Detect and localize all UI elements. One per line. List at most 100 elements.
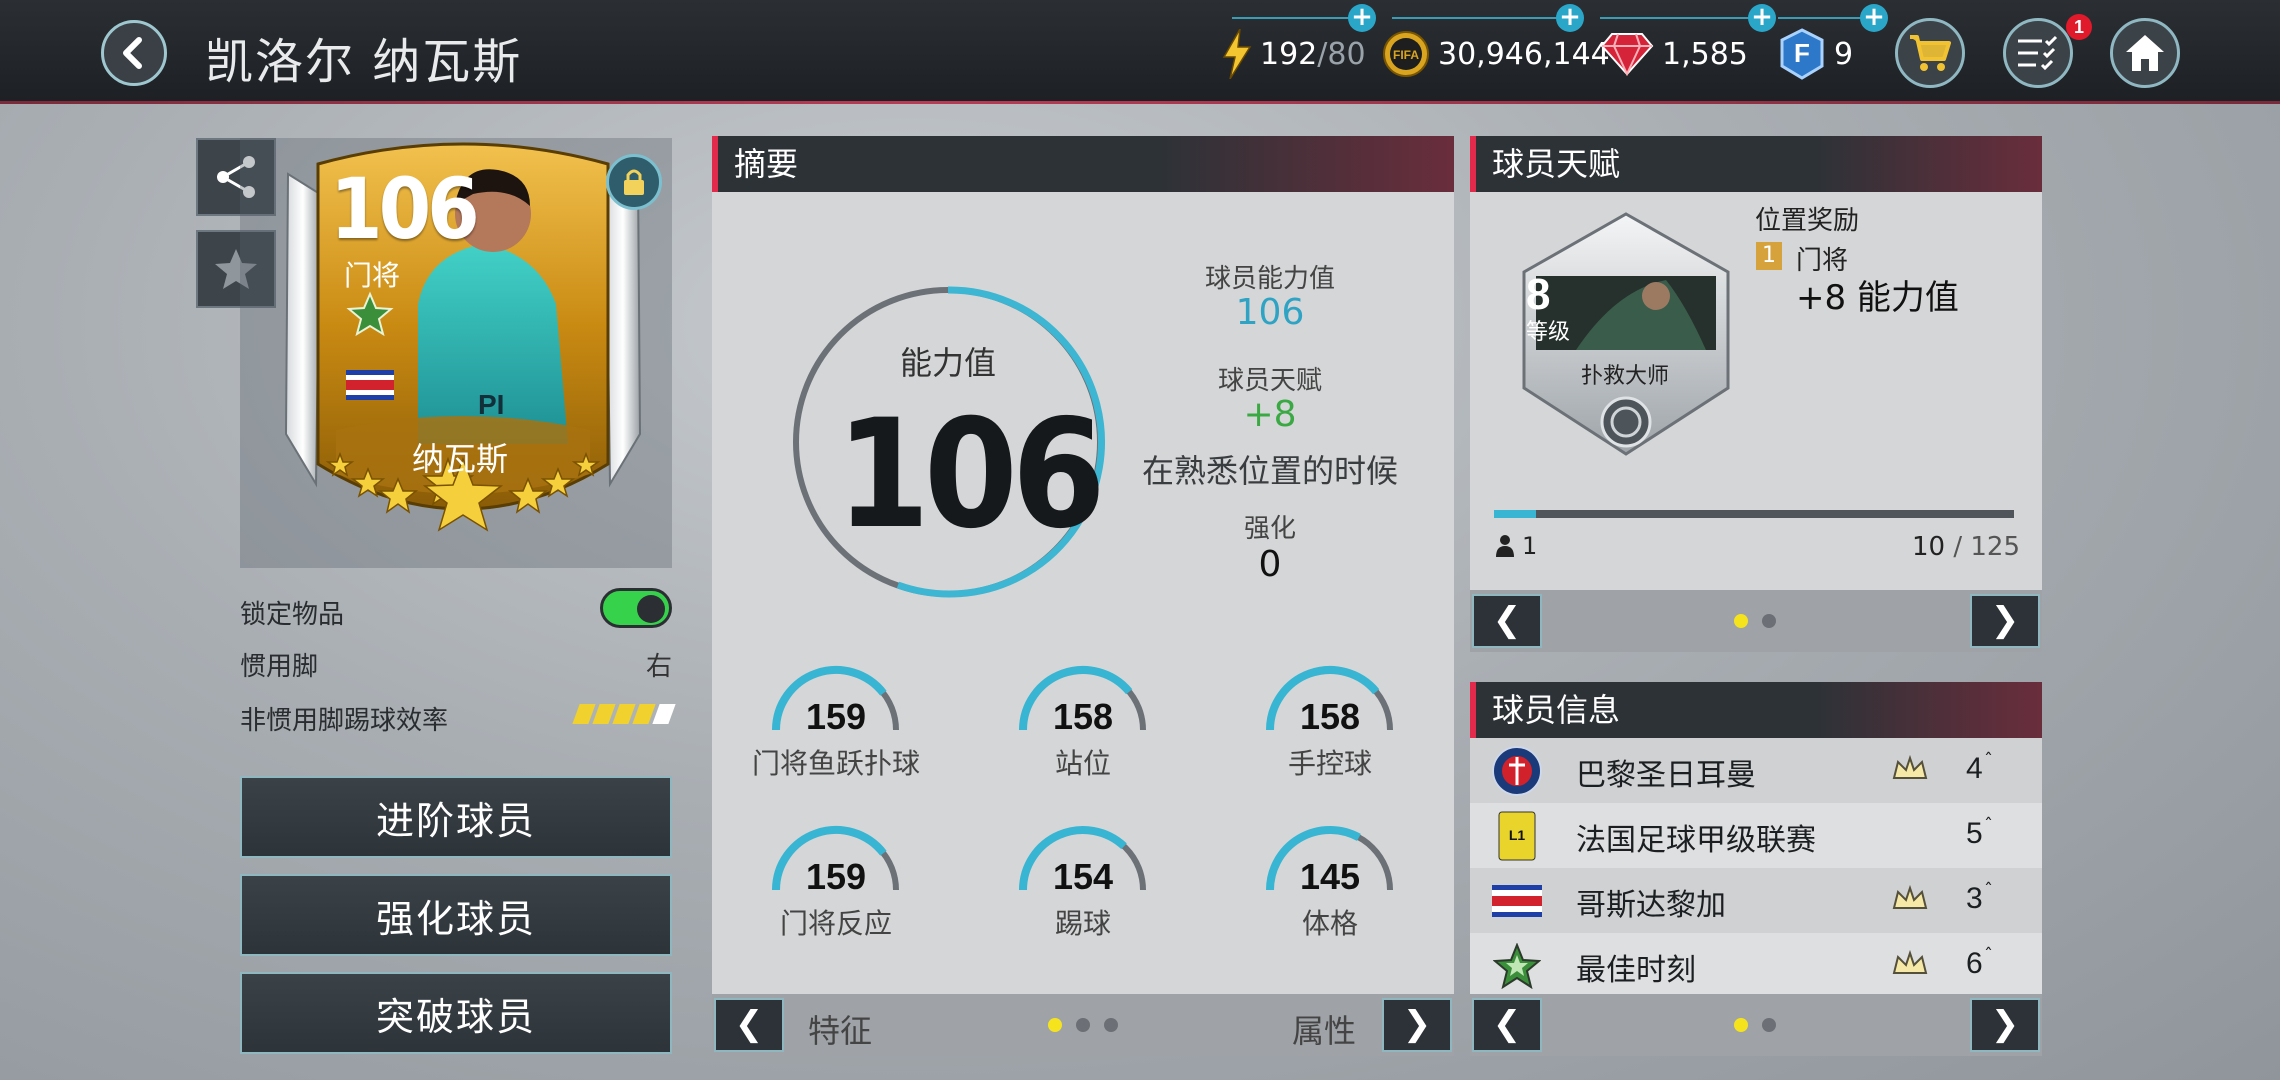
add-energy-button[interactable]: + [1348, 4, 1376, 32]
info-nation-count: 3 [1966, 882, 1983, 915]
page-dot[interactable] [1734, 614, 1748, 628]
page-dot[interactable] [1762, 1018, 1776, 1032]
back-button[interactable] [101, 20, 167, 86]
energy-resource: + 192/80 [1222, 4, 1376, 84]
info-row-league[interactable]: L1 法国足球甲级联赛 5 ˆ [1470, 803, 2042, 868]
summary-next-button[interactable]: ❯ [1382, 998, 1452, 1052]
info-program-count: 6 [1966, 947, 1983, 980]
talent-progress-bar [1494, 510, 2014, 518]
stat-value: 158 [1299, 696, 1361, 737]
talent-progress-current: 10 [1911, 532, 1946, 562]
overall-value: 106 [836, 388, 1106, 562]
stat-value: 158 [1052, 696, 1114, 737]
energy-max: /80 [1317, 36, 1366, 72]
energy-value: 192 [1260, 36, 1318, 72]
resource-divider [1778, 17, 1868, 19]
summary-header: 摘要 [712, 136, 1454, 192]
costa-rica-flag-icon [1490, 876, 1544, 926]
stat-value: 159 [805, 856, 867, 897]
preferred-foot-row: 惯用脚 右 [240, 646, 672, 683]
talent-progress-fill [1494, 510, 1536, 518]
talent-progress-text: 10 / 125 [1912, 532, 2020, 562]
stat-label: 手控球 [1287, 747, 1372, 780]
lock-badge[interactable] [606, 154, 662, 210]
info-row-program[interactable]: 最佳时刻 6 ˆ [1470, 933, 2042, 998]
stat-value: 159 [805, 696, 867, 737]
home-icon [2126, 35, 2164, 71]
info-nation-name: 哥斯达黎加 [1576, 888, 1726, 923]
talent-owners-count: 1 [1522, 532, 1538, 560]
page-dot[interactable] [1076, 1018, 1090, 1032]
svg-text:L1: L1 [1509, 827, 1526, 843]
talent-owners: 1 [1494, 532, 1537, 560]
coins-value: 30,946,144 [1438, 36, 1610, 72]
weak-foot-row: 非惯用脚踢球效率 [240, 700, 676, 737]
coin-icon: FIFA [1382, 30, 1430, 78]
page-dot[interactable] [1048, 1018, 1062, 1032]
checklist-icon [2018, 35, 2058, 71]
advance-player-button[interactable]: 进阶球员 [240, 776, 672, 858]
talent-note: 在熟悉位置的时候 [1141, 452, 1398, 490]
page-dot[interactable] [1104, 1018, 1118, 1032]
lock-icon [624, 169, 644, 195]
lock-item-label: 锁定物品 [240, 600, 345, 630]
info-league-count: 5 [1966, 817, 1983, 850]
page-dot[interactable] [1762, 614, 1776, 628]
add-coins-button[interactable]: + [1556, 4, 1584, 32]
stat-label: 门将反应 [779, 907, 892, 940]
page-title: 凯洛尔 纳瓦斯 [205, 34, 523, 90]
gems-resource: + 1,585 [1600, 4, 1776, 84]
player-info-header: 球员信息 [1470, 682, 2042, 738]
green-star-icon [1490, 941, 1544, 991]
talent-prev-button[interactable]: ❮ [1472, 594, 1542, 648]
ability-label: 球员能力值 [1204, 264, 1335, 294]
enhance-player-button[interactable]: 强化球员 [240, 874, 672, 956]
reward-rank: 1 [1756, 242, 1782, 270]
overall-label: 能力值 [899, 344, 996, 382]
summary-prev-button[interactable]: ❮ [714, 998, 784, 1052]
info-club-name: 巴黎圣日耳曼 [1576, 758, 1756, 793]
store-button[interactable] [1895, 18, 1965, 88]
home-button[interactable] [2110, 18, 2180, 88]
weak-foot-bar [652, 704, 676, 724]
info-league-name: 法国足球甲级联赛 [1576, 823, 1816, 858]
talent-progress-total: / 125 [1945, 532, 2020, 562]
chevron-up-icon: ˆ [1984, 750, 1993, 771]
info-row-club[interactable]: 巴黎圣日耳曼 4 ˆ [1470, 738, 2042, 803]
ligue1-logo-icon: L1 [1490, 811, 1544, 861]
gem-icon [1600, 32, 1654, 76]
svg-text:FIFA: FIFA [1393, 48, 1419, 62]
player-info-next-button[interactable]: ❯ [1970, 998, 2040, 1052]
stat-label: 体格 [1301, 907, 1358, 940]
preferred-foot-value: 右 [645, 652, 672, 682]
fifa-points-value: 9 [1834, 36, 1854, 72]
player-info-prev-button[interactable]: ❮ [1472, 998, 1542, 1052]
talent-value: +8 [1243, 394, 1297, 435]
lock-item-toggle[interactable] [600, 588, 672, 628]
weak-foot-label: 非惯用脚踢球效率 [240, 706, 449, 736]
resource-divider [1600, 17, 1750, 19]
svg-text:F: F [1794, 38, 1810, 68]
enhance-label: 强化 [1243, 514, 1296, 544]
page-dot[interactable] [1734, 1018, 1748, 1032]
breakthrough-player-button[interactable]: 突破球员 [240, 972, 672, 1054]
fifa-points-resource: + F 9 [1778, 4, 1888, 84]
stat-label: 门将鱼跃扑球 [751, 747, 920, 780]
summary-nav-left-label[interactable]: 特征 [808, 1006, 872, 1052]
stat-value: 145 [1299, 856, 1361, 897]
cart-icon [1910, 35, 1951, 71]
info-row-nation[interactable]: 哥斯达黎加 3 ˆ [1470, 868, 2042, 933]
weak-foot-rating [572, 704, 676, 724]
tasks-button[interactable] [2003, 18, 2073, 88]
chevron-up-icon: ˆ [1984, 815, 1993, 836]
info-program-name: 最佳时刻 [1576, 953, 1696, 988]
talent-next-button[interactable]: ❯ [1970, 594, 2040, 648]
preferred-foot-label: 惯用脚 [240, 652, 319, 682]
add-fifa-points-button[interactable]: + [1860, 4, 1888, 32]
summary-nav-right-label[interactable]: 属性 [1292, 1006, 1356, 1052]
add-gems-button[interactable]: + [1748, 4, 1776, 32]
ability-value: 106 [1235, 292, 1305, 333]
top-bar: 凯洛尔 纳瓦斯 + 192/80 + FIFA 30,946,144 + 1,5… [0, 0, 2280, 104]
talent-label: 球员天赋 [1217, 366, 1322, 396]
stat-label: 站位 [1054, 747, 1111, 780]
